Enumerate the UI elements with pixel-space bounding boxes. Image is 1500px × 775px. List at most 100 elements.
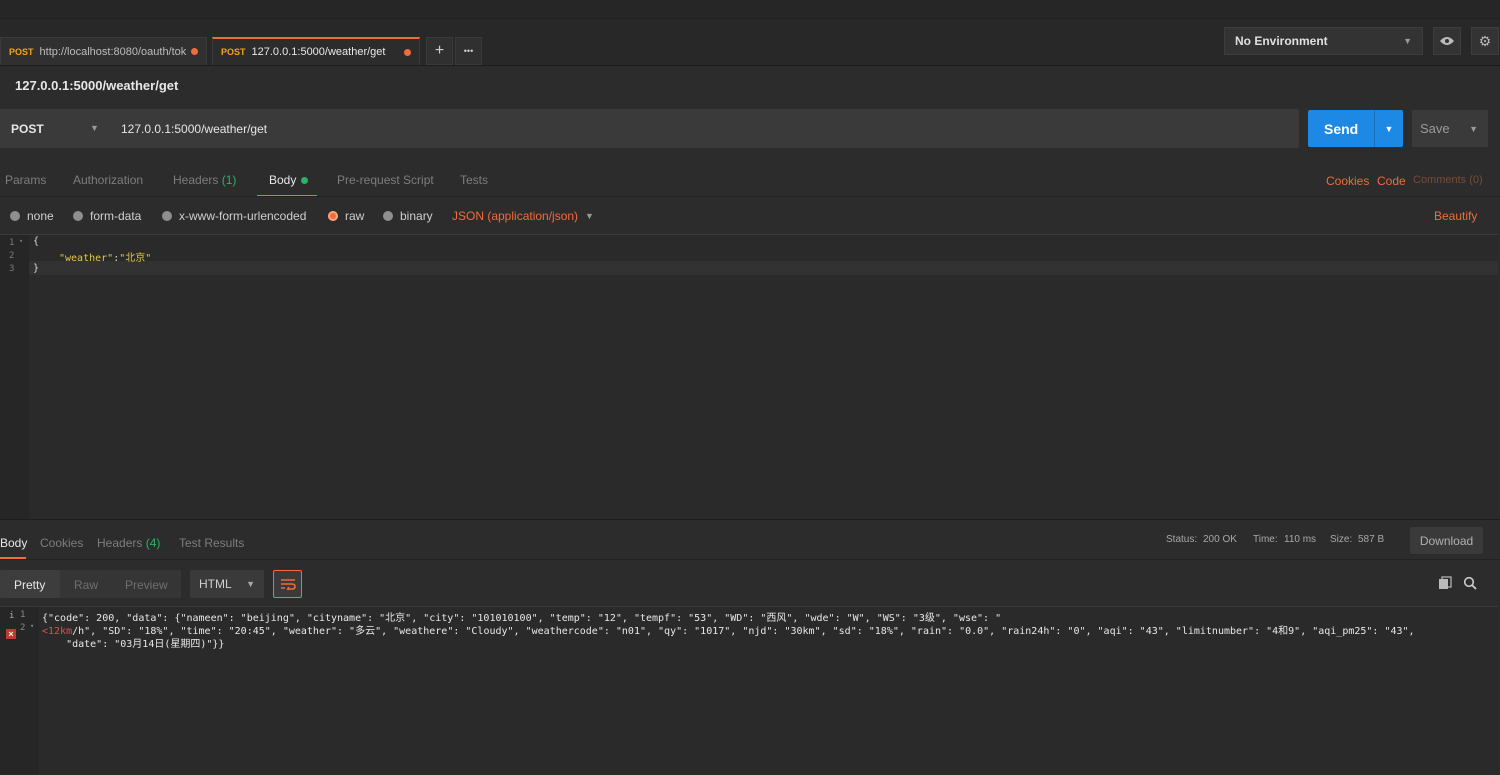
fold-arrow-icon[interactable]: ▾ (30, 622, 34, 630)
tab-body-label: Body (269, 173, 297, 187)
wrap-lines-button[interactable] (273, 570, 302, 598)
more-icon: ••• (463, 46, 474, 56)
error-icon: × (6, 629, 16, 639)
code-link[interactable]: Code (1377, 174, 1406, 188)
size-value: 587 B (1358, 534, 1385, 545)
comments-link[interactable]: Comments (0) (1413, 174, 1483, 186)
tab-params[interactable]: Params (5, 173, 46, 187)
fold-arrow-icon[interactable]: ▾ (19, 237, 23, 245)
preview-button[interactable]: Preview (125, 578, 168, 592)
unsaved-dot-icon (191, 48, 198, 55)
radio-icon (73, 211, 83, 221)
tab-authorization[interactable]: Authorization (73, 173, 143, 187)
beautify-link[interactable]: Beautify (1434, 209, 1477, 223)
plus-icon: + (434, 42, 445, 59)
tab-prerequest-script[interactable]: Pre-request Script (337, 173, 434, 187)
body-mode-binary[interactable]: binary (383, 209, 433, 223)
size-label: Size: (1330, 534, 1353, 545)
request-title: 127.0.0.1:5000/weather/get (15, 78, 179, 93)
info-icon: i (9, 611, 15, 621)
editor-gutter (0, 235, 29, 519)
request-tab-weather[interactable]: POST 127.0.0.1:5000/weather/get (212, 37, 420, 65)
radio-label: binary (400, 209, 433, 223)
request-body-editor[interactable] (0, 234, 1498, 520)
manage-environments-button[interactable]: ⚙ (1471, 27, 1499, 55)
body-mode-raw[interactable]: raw (328, 209, 364, 223)
response-tab-headers[interactable]: Headers (4) (97, 536, 160, 550)
response-tab-test-results[interactable]: Test Results (179, 536, 244, 550)
response-headers-count: (4) (145, 536, 161, 550)
pretty-button[interactable]: Pretty (14, 578, 45, 592)
line-number: 2 (9, 251, 15, 261)
response-line-text: /h", "SD": "18%", "time": "20:45", "weat… (72, 626, 1415, 637)
time-value: 110 ms (1284, 534, 1317, 545)
download-button[interactable]: Download (1410, 527, 1483, 554)
chevron-down-icon[interactable]: ▼ (1375, 124, 1403, 134)
radio-label: x-www-form-urlencoded (179, 209, 307, 223)
radio-icon (10, 211, 20, 221)
save-label: Save (1420, 121, 1450, 136)
pane-divider[interactable] (0, 519, 1500, 520)
chevron-down-icon[interactable]: ▼ (1469, 124, 1478, 134)
tab-method-label: POST (9, 46, 34, 57)
send-label: Send (1324, 120, 1359, 137)
tab-method-label: POST (221, 47, 246, 57)
json-key: "weather" (59, 253, 114, 264)
new-tab-button[interactable]: + (426, 37, 453, 65)
cookies-link[interactable]: Cookies (1326, 174, 1369, 188)
code-line: } (33, 263, 40, 274)
divider (0, 559, 1500, 560)
url-input[interactable]: 127.0.0.1:5000/weather/get (121, 122, 267, 136)
body-mode-none[interactable]: none (10, 209, 54, 223)
request-tab-oauth[interactable]: POST http://localhost:8080/oauth/tok (0, 37, 207, 65)
tab-body[interactable]: Body (269, 173, 309, 187)
json-value: "北京" (119, 253, 152, 264)
gear-icon: ⚙ (1478, 32, 1492, 49)
line-number: 1 (20, 610, 26, 620)
headers-count-badge: (1) (221, 173, 237, 187)
app-header (0, 0, 1500, 19)
tab-title: http://localhost:8080/oauth/tok (39, 45, 187, 58)
environment-select[interactable]: No Environment ▼ (1224, 27, 1423, 55)
line-number: 3 (9, 264, 15, 274)
copy-icon[interactable] (1438, 576, 1452, 590)
time-label: Time: (1253, 534, 1278, 545)
response-headers-label: Headers (97, 536, 143, 550)
tab-options-button[interactable]: ••• (455, 37, 482, 65)
line-number: 1 (9, 238, 15, 248)
response-format-label: HTML (199, 577, 232, 591)
environment-selected: No Environment (1235, 34, 1328, 48)
method-select[interactable]: POST (11, 122, 44, 136)
environment-quick-look-button[interactable] (1433, 27, 1461, 55)
unsaved-dot-icon (404, 48, 411, 56)
radio-icon (162, 211, 172, 221)
radio-icon (383, 211, 393, 221)
content-type-select[interactable]: JSON (application/json) (452, 209, 578, 223)
raw-button[interactable]: Raw (74, 578, 98, 592)
response-line: <12km/h", "SD": "18%", "time": "20:45", … (42, 622, 1415, 637)
radio-selected-icon (328, 211, 338, 221)
response-tab-cookies[interactable]: Cookies (40, 536, 83, 550)
active-dot-icon (301, 177, 309, 185)
divider (0, 196, 1500, 197)
chevron-down-icon: ▼ (90, 123, 99, 133)
body-mode-urlencoded[interactable]: x-www-form-urlencoded (162, 209, 306, 223)
body-mode-form-data[interactable]: form-data (73, 209, 141, 223)
radio-label: raw (345, 209, 365, 223)
tab-title: 127.0.0.1:5000/weather/get (251, 46, 386, 58)
send-button[interactable]: Send ▼ (1308, 110, 1403, 147)
save-button[interactable]: Save ▼ (1412, 110, 1488, 147)
status-value: 200 OK (1203, 534, 1237, 545)
search-icon[interactable] (1463, 576, 1477, 590)
chevron-down-icon: ▼ (1403, 36, 1412, 46)
chevron-down-icon: ▼ (585, 211, 594, 221)
tab-headers[interactable]: Headers (1) (173, 173, 236, 187)
tab-tests[interactable]: Tests (460, 173, 488, 187)
response-format-select[interactable]: HTML ▼ (190, 570, 264, 598)
line-number: 2 (20, 623, 26, 633)
eye-icon (1440, 37, 1454, 45)
status-label: Status: (1166, 534, 1198, 545)
wrap-icon (280, 579, 296, 590)
response-tab-body[interactable]: Body (0, 536, 27, 550)
radio-label: form-data (90, 209, 142, 223)
